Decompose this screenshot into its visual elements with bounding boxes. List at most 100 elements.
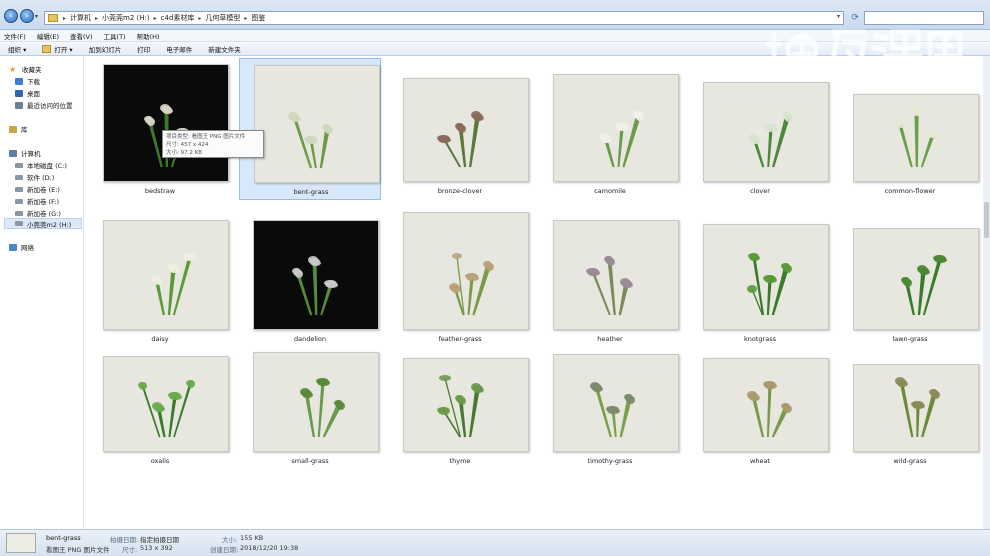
selected-file-thumbnail — [6, 533, 36, 553]
chevron-right-icon[interactable]: ▸ — [196, 15, 203, 22]
menu-tools[interactable]: 工具(T) — [104, 31, 126, 41]
menu-help[interactable]: 帮助(H) — [137, 31, 160, 41]
file-thumbnail — [403, 78, 529, 182]
plant-image — [895, 377, 940, 438]
file-tile-small-grass[interactable]: small-grass — [239, 328, 381, 470]
file-name-label: small-grass — [291, 457, 329, 465]
created-date-label: 创建日期: — [210, 546, 239, 554]
menu-edit[interactable]: 编辑(E) — [37, 31, 59, 41]
library-icon — [9, 125, 17, 133]
sidebar-item-drive-g[interactable]: 新加卷 (G:) — [15, 208, 61, 218]
forward-button[interactable]: › — [20, 9, 34, 23]
plant-image — [449, 253, 494, 316]
file-tile-heather[interactable]: heather — [539, 206, 681, 348]
file-tile-camomile[interactable]: camomile — [539, 58, 681, 200]
sidebar-item-label: 计算机 — [21, 150, 41, 158]
print-button[interactable]: 打印 — [137, 44, 150, 54]
chevron-right-icon[interactable]: ▸ — [152, 15, 159, 22]
computer-icon — [9, 149, 17, 157]
add-to-slideshow-button[interactable]: 加到幻灯片 — [89, 44, 122, 54]
organize-button[interactable]: 组织 ▾ — [8, 44, 26, 54]
new-folder-button[interactable]: 新建文件夹 — [208, 44, 241, 54]
file-tile-oxalis[interactable]: oxalis — [89, 328, 231, 470]
navigation-pane: ★ 收藏夹 下载 桌面 最近访问的位置 库 计算机 本地磁盘 (C:) 软件 (D… — [0, 56, 84, 529]
sidebar-item-drive-c[interactable]: 本地磁盘 (C:) — [15, 160, 67, 170]
file-tile-feather-grass[interactable]: feather-grass — [389, 206, 531, 348]
sidebar-item-label: 下载 — [27, 78, 40, 86]
recent-pages-dropdown-icon[interactable]: ▾ — [35, 13, 38, 20]
selected-file-name: bent-grass — [46, 534, 81, 542]
breadcrumb-models[interactable]: 几何草模型 — [203, 13, 242, 23]
sidebar-item-drive-h[interactable]: 小莞莞m2 (H:) — [4, 218, 82, 229]
file-tile-bent-grass[interactable]: bent-grass — [239, 58, 381, 200]
file-name-label: bedstraw — [144, 187, 176, 195]
file-tile-knotgrass[interactable]: knotgrass — [689, 206, 831, 348]
file-name-label: camomile — [594, 187, 626, 195]
file-name-label: wild-grass — [893, 457, 927, 465]
email-button[interactable]: 电子邮件 — [166, 44, 192, 54]
dimensions-value: 513 x 392 — [140, 544, 173, 552]
tooltip-type: 项目类型: 看图王 PNG 图片文件 — [166, 134, 246, 140]
file-tile-clover[interactable]: clover — [689, 58, 831, 200]
breadcrumb-library[interactable]: c4d素材库 — [159, 13, 197, 23]
file-tile-bedstraw[interactable]: bedstraw — [89, 58, 231, 200]
sidebar-item-drive-d[interactable]: 软件 (D:) — [15, 172, 54, 182]
sidebar-item-drive-f[interactable]: 新加卷 (F:) — [15, 196, 59, 206]
back-button[interactable]: ‹ — [4, 9, 18, 23]
address-field[interactable]: ▸ 计算机 ▸ 小莞莞m2 (H:) ▸ c4d素材库 ▸ 几何草模型 ▸ 图鉴… — [44, 11, 844, 25]
sidebar-item-label: 库 — [21, 126, 28, 134]
sidebar-item-drive-e[interactable]: 新加卷 (E:) — [15, 184, 60, 194]
plant-image — [300, 378, 345, 438]
file-tile-wild-grass[interactable]: wild-grass — [839, 328, 981, 470]
drive-icon — [15, 186, 23, 192]
file-tile-wheat[interactable]: wheat — [689, 328, 831, 470]
file-tile-bronze-clover[interactable]: bronze-clover — [389, 58, 531, 200]
sidebar-item-label: 新加卷 (G:) — [27, 210, 61, 218]
sidebar-item-computer[interactable]: 计算机 — [9, 148, 41, 158]
chevron-right-icon[interactable]: ▸ — [242, 15, 249, 22]
sidebar-item-recent[interactable]: 最近访问的位置 — [15, 100, 73, 110]
breadcrumb-drive[interactable]: 小莞莞m2 (H:) — [100, 13, 152, 23]
file-name-label: clover — [750, 187, 770, 195]
chevron-right-icon[interactable]: ▸ — [61, 15, 68, 22]
sidebar-item-label: 网络 — [21, 244, 34, 252]
plant-image — [894, 106, 940, 168]
menu-view[interactable]: 查看(V) — [70, 31, 93, 41]
watermark-logo — [765, 29, 963, 69]
file-tile-lawn-grass[interactable]: lawn-grass — [839, 206, 981, 348]
file-thumbnail — [254, 65, 380, 183]
scrollbar-thumb[interactable] — [984, 202, 989, 238]
open-button[interactable]: 打开 ▾ — [42, 44, 73, 54]
file-thumbnail — [703, 358, 829, 452]
vertical-scrollbar[interactable] — [983, 56, 990, 529]
file-thumbnail — [853, 228, 979, 330]
menu-file[interactable]: 文件(F) — [4, 31, 26, 41]
star-icon: ★ — [9, 64, 17, 74]
shot-date-label: 拍摄日期: — [110, 536, 139, 544]
drive-icon — [15, 162, 23, 168]
plant-image — [599, 111, 644, 168]
breadcrumb-computer[interactable]: 计算机 — [68, 13, 93, 23]
file-tile-thyme[interactable]: thyme — [389, 328, 531, 470]
chevron-right-icon[interactable]: ▸ — [93, 15, 100, 22]
sidebar-item-network[interactable]: 网络 — [9, 242, 34, 252]
shot-date-value[interactable]: 指定拍摄日期 — [140, 534, 179, 544]
dimensions-label: 尺寸: — [122, 546, 138, 554]
file-tile-timothy-grass[interactable]: timothy-grass — [539, 328, 681, 470]
plant-image — [747, 253, 792, 316]
file-thumbnail — [103, 64, 229, 182]
file-tile-common-flower[interactable]: common-flower — [839, 58, 981, 200]
file-name-label: bronze-clover — [437, 187, 483, 195]
file-thumbnail — [403, 212, 529, 330]
file-tile-dandelion[interactable]: dandelion — [239, 206, 381, 348]
file-tile-daisy[interactable]: daisy — [89, 206, 231, 348]
sidebar-item-libraries[interactable]: 库 — [9, 124, 28, 134]
file-grid: bedstraw bent-grass bronze-clover camomile c… — [85, 56, 983, 529]
sidebar-item-favorites[interactable]: ★ 收藏夹 — [9, 64, 42, 74]
tooltip-size: 大小: 97.2 KB — [166, 150, 202, 156]
sidebar-item-downloads[interactable]: 下载 — [15, 76, 40, 86]
file-thumbnail — [853, 364, 979, 452]
sidebar-item-desktop[interactable]: 桌面 — [15, 88, 40, 98]
breadcrumb-current[interactable]: 图鉴 — [249, 13, 267, 23]
file-name-label: bent-grass — [293, 188, 329, 196]
